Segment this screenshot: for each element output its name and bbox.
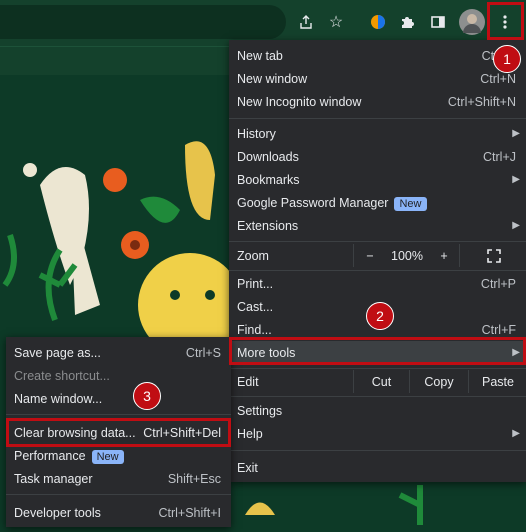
- menu-separator: [229, 368, 526, 369]
- step-marker-1: 1: [493, 45, 521, 73]
- menu-item-bookmarks[interactable]: Bookmarks ▶: [229, 168, 526, 191]
- highlight-clear-browsing-data: [6, 418, 231, 447]
- menu-separator: [6, 414, 231, 415]
- zoom-level: 100%: [391, 248, 423, 263]
- developer-tools-label: Developer tools: [14, 505, 101, 520]
- menu-separator: [6, 494, 231, 495]
- chevron-right-icon: ▶: [512, 428, 520, 439]
- step-marker-2: 2: [366, 302, 394, 330]
- submenu-item-create-shortcut: Create shortcut...: [6, 364, 231, 387]
- menu-item-edit: Edit Cut Copy Paste: [229, 370, 526, 393]
- submenu-item-performance[interactable]: Performance New: [6, 444, 231, 467]
- step-marker-3: 3: [133, 382, 161, 410]
- extension-puzzle-icon[interactable]: [395, 9, 421, 35]
- address-bar[interactable]: [0, 5, 286, 39]
- password-manager-label: Google Password Manager New: [237, 195, 427, 211]
- menu-item-new-incognito[interactable]: New Incognito window Ctrl+Shift+N: [229, 90, 526, 113]
- password-manager-text: Google Password Manager: [237, 195, 389, 210]
- menu-item-new-window[interactable]: New window Ctrl+N: [229, 67, 526, 90]
- edit-label: Edit: [237, 374, 259, 389]
- cast-label: Cast...: [237, 299, 274, 314]
- exit-label: Exit: [237, 460, 258, 475]
- menu-item-downloads[interactable]: Downloads Ctrl+J: [229, 145, 526, 168]
- chevron-right-icon: ▶: [512, 174, 520, 185]
- menu-item-settings[interactable]: Settings: [229, 399, 526, 422]
- zoom-in-button[interactable]: +: [429, 244, 459, 267]
- cut-button[interactable]: Cut: [353, 370, 409, 393]
- menu-item-zoom: Zoom − 100% +: [229, 244, 526, 267]
- print-shortcut: Ctrl+P: [480, 276, 516, 291]
- settings-label: Settings: [237, 403, 283, 418]
- menu-item-new-tab[interactable]: New tab Ctrl+T: [229, 44, 526, 67]
- create-shortcut-label: Create shortcut...: [14, 368, 110, 383]
- menu-item-print[interactable]: Print... Ctrl+P: [229, 272, 526, 295]
- copy-button[interactable]: Copy: [409, 370, 468, 393]
- performance-label: Performance New: [14, 448, 124, 464]
- paste-button[interactable]: Paste: [468, 370, 526, 393]
- developer-tools-shortcut: Ctrl+Shift+I: [158, 505, 221, 520]
- name-window-label: Name window...: [14, 391, 103, 406]
- zoom-out-button[interactable]: −: [353, 244, 386, 267]
- task-manager-shortcut: Shift+Esc: [167, 471, 221, 486]
- submenu-item-name-window[interactable]: Name window...: [6, 387, 231, 410]
- save-page-shortcut: Ctrl+S: [185, 345, 221, 360]
- share-icon[interactable]: [293, 9, 319, 35]
- extensions-label: Extensions: [237, 218, 299, 233]
- submenu-item-save-page[interactable]: Save page as... Ctrl+S: [6, 341, 231, 364]
- highlight-menu-button: [487, 2, 524, 40]
- submenu-item-task-manager[interactable]: Task manager Shift+Esc: [6, 467, 231, 490]
- chevron-right-icon: ▶: [512, 220, 520, 231]
- downloads-shortcut: Ctrl+J: [483, 149, 516, 164]
- menu-separator: [229, 241, 526, 242]
- menu-item-exit[interactable]: Exit: [229, 456, 526, 479]
- chevron-right-icon: ▶: [512, 128, 520, 139]
- highlight-more-tools: [229, 337, 526, 365]
- zoom-label: Zoom: [237, 248, 269, 263]
- menu-item-extensions[interactable]: Extensions ▶: [229, 214, 526, 237]
- submenu-item-developer-tools[interactable]: Developer tools Ctrl+Shift+I: [6, 501, 231, 524]
- new-tab-label: New tab: [237, 48, 283, 63]
- fullscreen-icon[interactable]: [459, 244, 526, 267]
- print-label: Print...: [237, 276, 274, 291]
- menu-item-history[interactable]: History ▶: [229, 122, 526, 145]
- save-page-label: Save page as...: [14, 345, 101, 360]
- new-badge: New: [394, 196, 427, 211]
- new-incognito-shortcut: Ctrl+Shift+N: [447, 94, 516, 109]
- menu-separator: [229, 118, 526, 119]
- help-label: Help: [237, 426, 263, 441]
- menu-separator: [229, 270, 526, 271]
- menu-item-password-manager[interactable]: Google Password Manager New: [229, 191, 526, 214]
- performance-text: Performance: [14, 448, 86, 463]
- find-shortcut: Ctrl+F: [481, 322, 516, 337]
- extension-icon[interactable]: [365, 9, 391, 35]
- new-window-shortcut: Ctrl+N: [480, 71, 516, 86]
- task-manager-label: Task manager: [14, 471, 93, 486]
- chrome-main-menu: New tab Ctrl+T New window Ctrl+N New Inc…: [229, 40, 526, 482]
- history-label: History: [237, 126, 276, 141]
- bookmarks-label: Bookmarks: [237, 172, 300, 187]
- avatar[interactable]: [459, 9, 485, 35]
- downloads-label: Downloads: [237, 149, 299, 164]
- new-badge: New: [91, 449, 124, 464]
- new-incognito-label: New Incognito window: [237, 94, 362, 109]
- menu-separator: [229, 396, 526, 397]
- menu-item-help[interactable]: Help ▶: [229, 422, 526, 445]
- find-label: Find...: [237, 322, 272, 337]
- menu-separator: [229, 450, 526, 451]
- new-window-label: New window: [237, 71, 308, 86]
- side-panel-icon[interactable]: [425, 9, 451, 35]
- star-icon[interactable]: ☆: [323, 9, 349, 35]
